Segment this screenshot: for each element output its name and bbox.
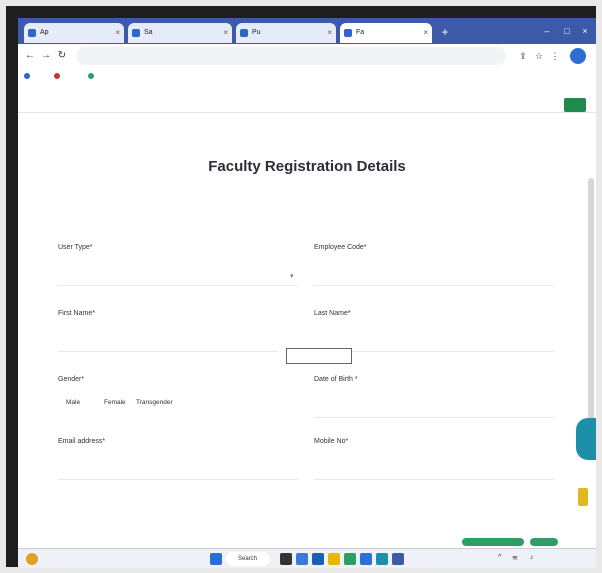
bookmark-item[interactable] — [88, 70, 98, 82]
dob-label: Date of Birth * — [314, 376, 358, 383]
tab-label: Fa — [356, 29, 365, 36]
volume-icon[interactable]: ♪ — [530, 554, 534, 561]
monitor-frame: Ap × Sa × Pu × Fa × + – □ × ← → ↻ ⇪ ☆ ⋮ … — [6, 6, 596, 568]
employee-code-label: Employee Code* — [314, 244, 367, 251]
task-view-icon[interactable] — [280, 553, 292, 565]
mobile-label: Mobile No* — [314, 438, 349, 445]
browser-tab-2[interactable]: Sa × — [128, 23, 232, 43]
app-navbar — [18, 84, 596, 113]
explorer-icon[interactable] — [312, 553, 324, 565]
bookmarks-bar — [18, 68, 596, 84]
gender-label: Gender* — [58, 376, 85, 383]
profile-avatar[interactable] — [570, 48, 586, 64]
chevron-down-icon[interactable]: ▾ — [290, 272, 294, 280]
bottom-action-button-2[interactable] — [530, 538, 558, 546]
gender-option-female[interactable]: Female — [104, 396, 126, 410]
bookmark-icon — [88, 73, 94, 79]
browser-tab-3[interactable]: Pu × — [236, 23, 336, 43]
store-icon[interactable] — [360, 553, 372, 565]
bookmark-icon — [24, 73, 30, 79]
back-icon[interactable]: ← — [22, 48, 38, 64]
close-tab-icon[interactable]: × — [423, 23, 428, 43]
close-tab-icon[interactable]: × — [327, 23, 332, 43]
tab-favicon — [132, 29, 140, 37]
edge-icon[interactable] — [296, 553, 308, 565]
tab-favicon — [240, 29, 248, 37]
bottom-action-button[interactable] — [462, 538, 524, 546]
wifi-icon[interactable]: ≋ — [512, 554, 518, 562]
chrome-icon[interactable] — [344, 553, 356, 565]
url-input[interactable] — [76, 47, 506, 65]
taskbar-search[interactable]: Search — [226, 552, 270, 566]
menu-icon[interactable]: ⋮ — [548, 49, 562, 63]
weather-icon[interactable] — [26, 553, 38, 565]
bookmark-icon — [54, 73, 60, 79]
first-name-input[interactable] — [58, 334, 278, 352]
employee-code-input[interactable] — [314, 268, 554, 286]
tooltip — [286, 348, 352, 364]
bookmark-item[interactable] — [54, 70, 64, 82]
email-input[interactable] — [58, 462, 298, 480]
note-icon[interactable] — [578, 488, 588, 506]
share-icon[interactable]: ⇪ — [516, 49, 530, 63]
os-taskbar: Search ^ ≋ ♪ — [18, 548, 596, 568]
close-tab-icon[interactable]: × — [115, 23, 120, 43]
tab-label: Ap — [40, 29, 49, 36]
app-icon[interactable] — [376, 553, 388, 565]
page-scrollbar[interactable] — [588, 178, 594, 428]
start-icon[interactable] — [210, 553, 222, 565]
star-icon[interactable]: ☆ — [532, 49, 546, 63]
browser-tab-1[interactable]: Ap × — [24, 23, 124, 43]
tab-favicon — [344, 29, 352, 37]
user-type-select[interactable] — [58, 268, 298, 286]
last-name-label: Last Name* — [314, 310, 351, 317]
address-bar-row: ← → ↻ ⇪ ☆ ⋮ — [18, 44, 596, 69]
user-type-label: User Type* — [58, 244, 93, 251]
chevron-up-icon[interactable]: ^ — [498, 554, 501, 561]
close-window-icon[interactable]: × — [576, 22, 594, 40]
forward-icon[interactable]: → — [38, 48, 54, 64]
gender-option-male[interactable]: Male — [66, 396, 80, 410]
app-icon-2[interactable] — [392, 553, 404, 565]
new-tab-button[interactable]: + — [436, 23, 454, 41]
dob-input[interactable] — [314, 400, 554, 418]
close-tab-icon[interactable]: × — [223, 23, 228, 43]
reload-icon[interactable]: ↻ — [54, 48, 70, 64]
maximize-icon[interactable]: □ — [558, 22, 576, 40]
files-icon[interactable] — [328, 553, 340, 565]
browser-tab-active[interactable]: Fa × — [340, 23, 432, 43]
header-action-button[interactable] — [564, 98, 586, 112]
mobile-input[interactable] — [314, 462, 554, 480]
minimize-icon[interactable]: – — [538, 22, 556, 40]
email-label: Email address* — [58, 438, 106, 445]
bookmark-item[interactable] — [24, 70, 34, 82]
page-title: Faculty Registration Details — [208, 158, 406, 175]
tab-favicon — [28, 29, 36, 37]
first-name-label: First Name* — [58, 310, 95, 317]
tab-label: Sa — [144, 29, 153, 36]
gender-option-transgender[interactable]: Transgender — [136, 396, 173, 410]
floating-help-button[interactable] — [576, 418, 596, 460]
screen: Ap × Sa × Pu × Fa × + – □ × ← → ↻ ⇪ ☆ ⋮ … — [18, 18, 596, 568]
tab-label: Pu — [252, 29, 261, 36]
browser-tab-strip: Ap × Sa × Pu × Fa × + – □ × — [18, 18, 596, 44]
